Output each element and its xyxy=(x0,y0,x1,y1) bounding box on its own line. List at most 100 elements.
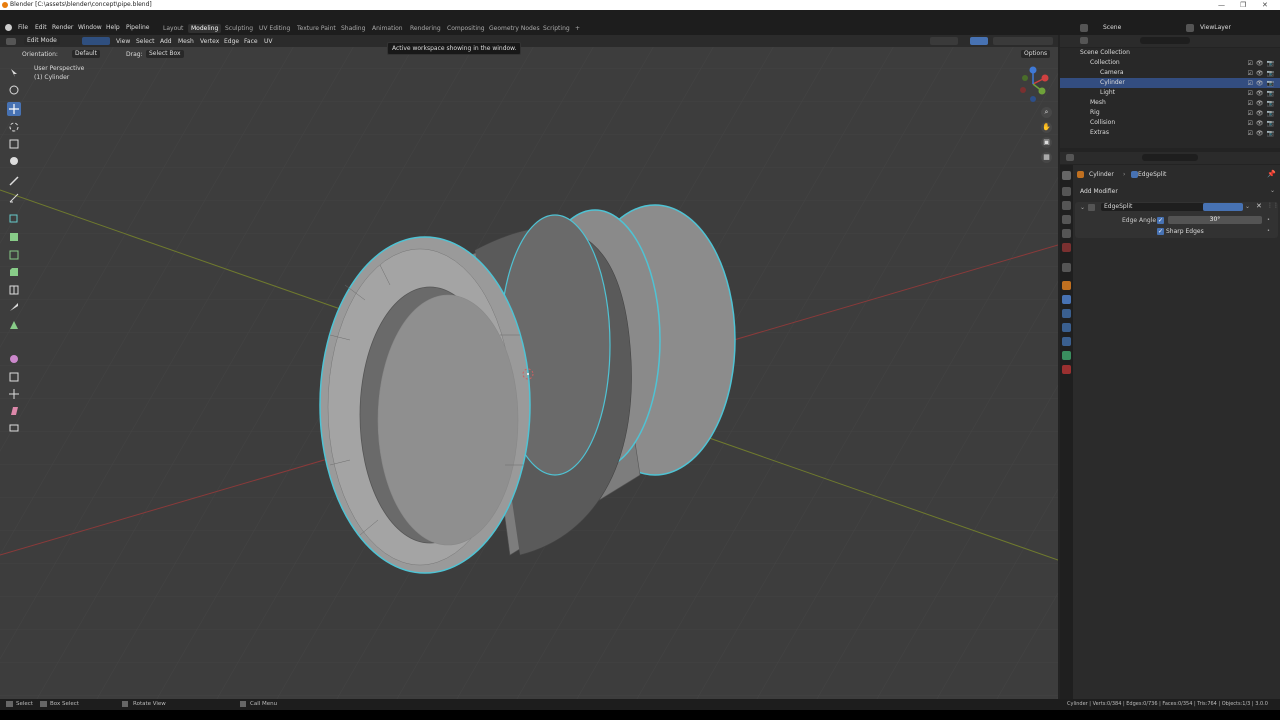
menu-vertex[interactable]: Vertex xyxy=(200,38,219,45)
rip-tool-button[interactable] xyxy=(7,421,21,435)
orientation-dropdown[interactable]: Default xyxy=(72,50,100,58)
view-layer-selector[interactable]: ViewLayer xyxy=(1200,24,1231,31)
maximize-button[interactable]: ❐ xyxy=(1240,0,1246,10)
drag-dropdown[interactable]: Select Box xyxy=(146,50,184,58)
menu-uv[interactable]: UV xyxy=(264,38,273,45)
keyframe-dot-icon[interactable]: • xyxy=(1267,217,1270,223)
3d-viewport[interactable] xyxy=(0,35,1058,699)
overlay-buttons[interactable] xyxy=(930,37,958,45)
data-tab-icon[interactable] xyxy=(1062,351,1071,360)
blender-menu-icon[interactable] xyxy=(5,24,12,31)
menu-mesh[interactable]: Mesh xyxy=(178,38,194,45)
outliner-row-light[interactable]: Light ☑👁📷 xyxy=(1060,88,1280,98)
camera-view-icon[interactable]: ▣ xyxy=(1041,137,1052,148)
outliner-row-scene-collection[interactable]: Scene Collection xyxy=(1060,48,1280,58)
add-workspace-button[interactable]: + xyxy=(572,24,583,33)
edge-angle-checkbox[interactable]: ✓ xyxy=(1157,217,1164,224)
select-tool-button[interactable] xyxy=(7,66,21,80)
minimize-button[interactable]: — xyxy=(1218,0,1225,10)
shear-tool-button[interactable] xyxy=(7,404,21,418)
measure-tool-button[interactable] xyxy=(7,191,21,205)
outliner-row-extras[interactable]: Extras ☑👁📷 xyxy=(1060,128,1280,138)
collection-tab-icon[interactable] xyxy=(1062,263,1071,272)
poly-build-tool-button[interactable] xyxy=(7,318,21,332)
menu-render[interactable]: Render xyxy=(52,24,73,31)
tab-compositing[interactable]: Compositing xyxy=(444,24,488,33)
rotate-tool-button[interactable] xyxy=(7,120,21,134)
tab-scripting[interactable]: Scripting xyxy=(540,24,573,33)
particles-tab-icon[interactable] xyxy=(1062,309,1071,318)
scene-selector[interactable]: Scene xyxy=(1103,24,1121,31)
outliner-row-collision[interactable]: Collision ☑👁📷 xyxy=(1060,118,1280,128)
loop-cut-tool-button[interactable] xyxy=(7,283,21,297)
physics-tab-icon[interactable] xyxy=(1062,323,1071,332)
menu-face[interactable]: Face xyxy=(244,38,258,45)
annotate-tool-button[interactable] xyxy=(7,174,21,188)
visibility-icons[interactable]: ☑👁📷 xyxy=(1248,129,1277,139)
modifier-name-field[interactable]: EdgeSplit xyxy=(1101,203,1204,211)
tab-layout[interactable]: Layout xyxy=(160,24,186,33)
tab-rendering[interactable]: Rendering xyxy=(407,24,444,33)
material-tab-icon[interactable] xyxy=(1062,365,1071,374)
xray-toggle[interactable] xyxy=(970,37,988,45)
tab-sculpting[interactable]: Sculpting xyxy=(222,24,256,33)
properties-search-input[interactable] xyxy=(1142,154,1198,161)
spin-tool-button[interactable] xyxy=(7,352,21,366)
editor-type-icon[interactable] xyxy=(6,38,16,45)
add-modifier-dropdown[interactable]: Add Modifier ⌄ xyxy=(1075,187,1278,197)
outliner-row-rig[interactable]: Rig ☑👁📷 xyxy=(1060,108,1280,118)
remove-modifier-icon[interactable]: ✕ xyxy=(1256,202,1262,210)
perspective-toggle-icon[interactable]: ▦ xyxy=(1041,152,1052,163)
transform-tool-button[interactable] xyxy=(7,154,21,168)
bevel-tool-button[interactable] xyxy=(7,265,21,279)
outliner-search-input[interactable] xyxy=(1140,37,1190,44)
menu-file[interactable]: File xyxy=(18,24,28,31)
outliner-row-mesh[interactable]: Mesh ☑👁📷 xyxy=(1060,98,1280,108)
constraints-tab-icon[interactable] xyxy=(1062,337,1071,346)
shading-mode-buttons[interactable] xyxy=(993,37,1053,45)
menu-help[interactable]: Help xyxy=(106,24,120,31)
modifier-visibility-toggles[interactable] xyxy=(1203,203,1243,211)
move-tool-button[interactable] xyxy=(7,102,21,116)
add-cube-tool-button[interactable] xyxy=(7,211,21,225)
collapse-chevron-icon[interactable]: ⌄ xyxy=(1080,204,1085,211)
drag-handle-icon[interactable]: ⋮⋮ xyxy=(1267,202,1279,209)
mode-dropdown[interactable]: Edit Mode xyxy=(24,37,60,45)
viewport-canvas[interactable] xyxy=(0,35,1058,699)
object-tab-icon[interactable] xyxy=(1062,281,1071,290)
tool-tab-icon[interactable] xyxy=(1062,171,1071,180)
output-tab-icon[interactable] xyxy=(1062,201,1071,210)
menu-edit[interactable]: Edit xyxy=(35,24,47,31)
menu-select[interactable]: Select xyxy=(136,38,155,45)
keyframe-dot-icon[interactable]: • xyxy=(1267,228,1270,234)
edge-angle-field[interactable]: 30° xyxy=(1168,216,1262,224)
modifier-menu-chevron-icon[interactable]: ⌄ xyxy=(1245,203,1250,210)
inset-tool-button[interactable] xyxy=(7,248,21,262)
scale-tool-button[interactable] xyxy=(7,137,21,151)
zoom-icon[interactable]: ⌕ xyxy=(1041,107,1052,118)
tab-texture-paint[interactable]: Texture Paint xyxy=(294,24,339,33)
menu-edge[interactable]: Edge xyxy=(224,38,239,45)
tab-geometry-nodes[interactable]: Geometry Nodes xyxy=(486,24,543,33)
sharp-edges-checkbox[interactable]: ✓ xyxy=(1157,228,1164,235)
cursor-tool-button[interactable] xyxy=(7,83,21,97)
select-mode-buttons[interactable] xyxy=(82,37,110,45)
scene-tab-icon[interactable] xyxy=(1062,229,1071,238)
smooth-tool-button[interactable] xyxy=(7,370,21,384)
view-layer-tab-icon[interactable] xyxy=(1062,215,1071,224)
menu-pipeline[interactable]: Pipeline xyxy=(126,24,149,31)
options-dropdown[interactable]: Options xyxy=(1021,50,1051,58)
extrude-tool-button[interactable] xyxy=(7,230,21,244)
tab-shading[interactable]: Shading xyxy=(338,24,368,33)
outliner-row-camera[interactable]: Camera ☑👁📷 xyxy=(1060,68,1280,78)
tab-modeling[interactable]: Modeling xyxy=(188,24,222,33)
outliner-row-collection[interactable]: Collection ☑👁📷 xyxy=(1060,58,1280,68)
outliner-row-cylinder[interactable]: Cylinder ☑👁📷 xyxy=(1060,78,1280,88)
world-tab-icon[interactable] xyxy=(1062,243,1071,252)
navigation-gizmo[interactable] xyxy=(1015,64,1055,104)
knife-tool-button[interactable] xyxy=(7,300,21,314)
close-window-button[interactable]: ✕ xyxy=(1262,0,1268,10)
modifier-tab-icon[interactable] xyxy=(1062,295,1071,304)
menu-add[interactable]: Add xyxy=(160,38,172,45)
render-tab-icon[interactable] xyxy=(1062,187,1071,196)
